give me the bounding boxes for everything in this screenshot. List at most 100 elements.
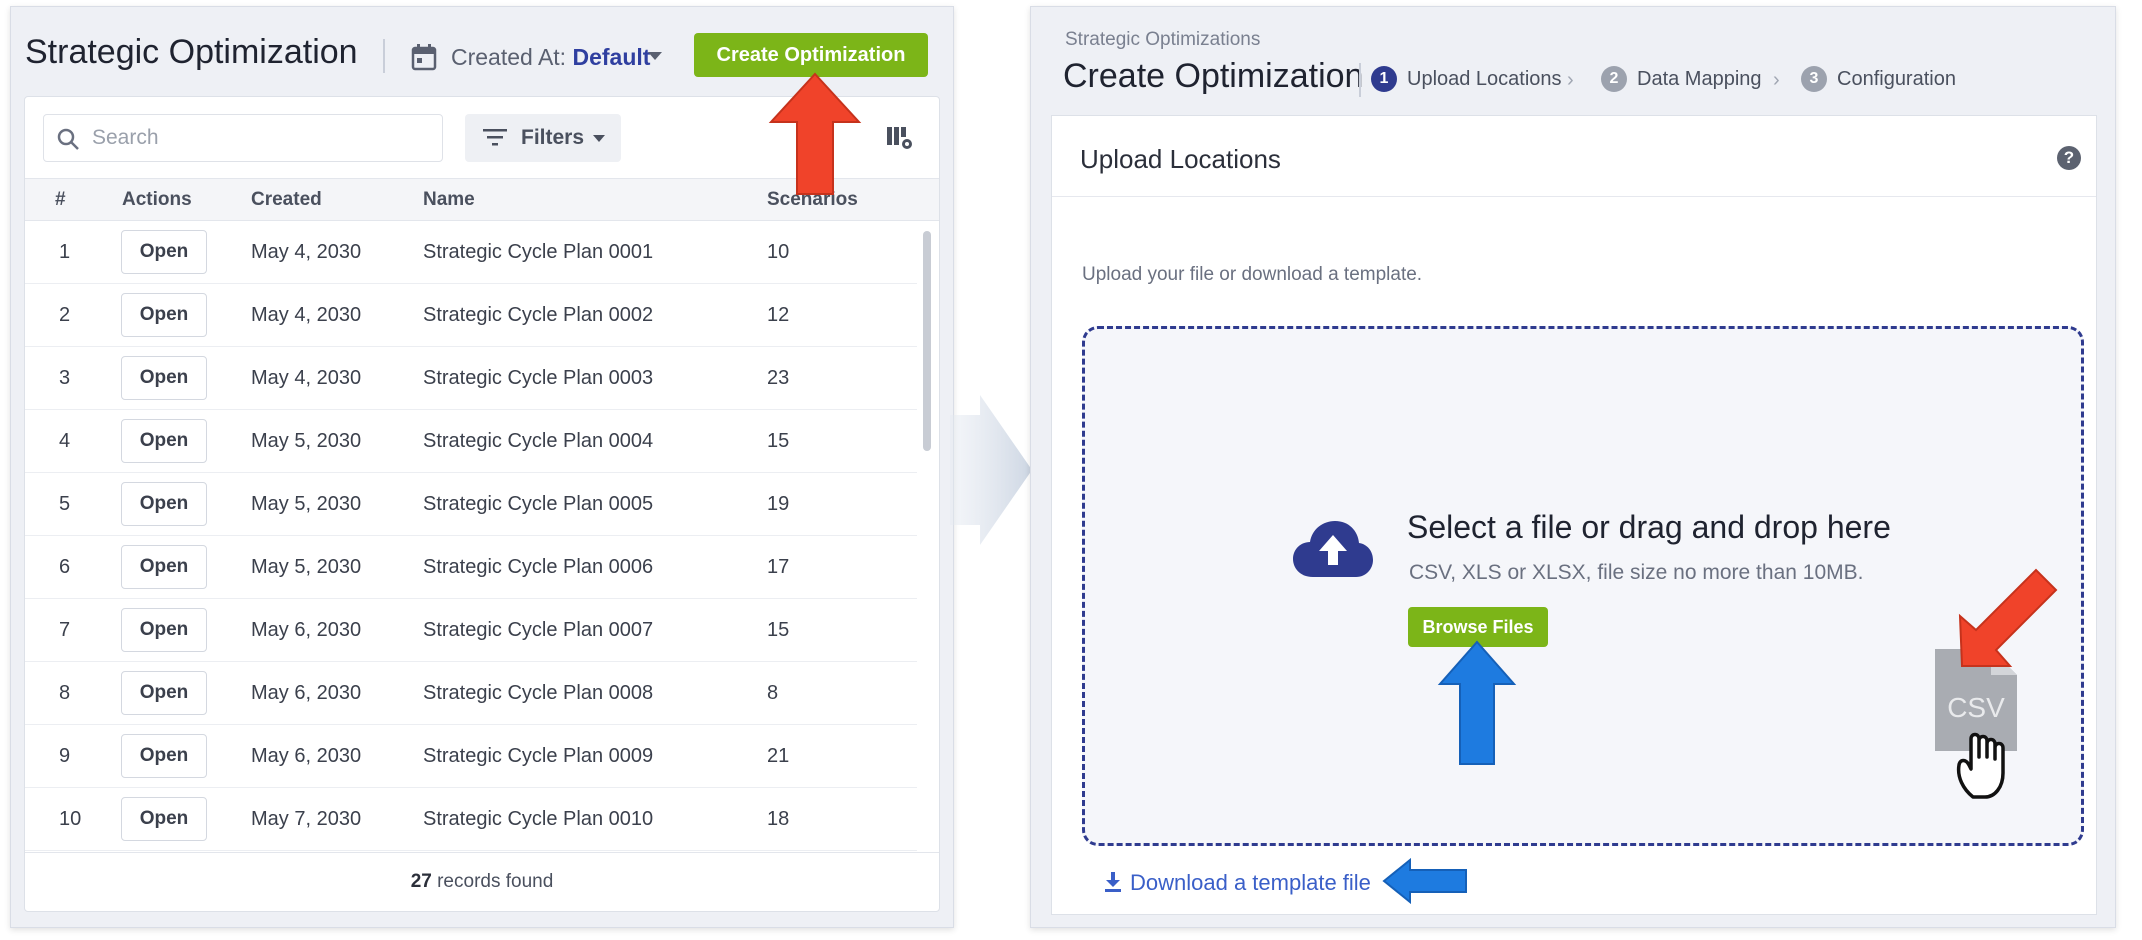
csv-file-label: CSV [1947,692,2005,723]
table-scrollbar[interactable] [923,231,931,451]
row-name: Strategic Cycle Plan 0008 [423,682,654,704]
csv-file-icon[interactable]: CSV [1933,647,2033,807]
created-at-sort[interactable]: Created At: Default [451,44,650,71]
upload-locations-card: Upload Locations ? Upload your file or d… [1051,115,2097,915]
download-icon [1105,872,1121,892]
row-created-date: May 4, 2030 [251,241,362,263]
row-number: 8 [59,682,71,704]
row-created-date: May 5, 2030 [251,556,362,578]
row-number: 2 [59,304,71,326]
row-created-date: May 6, 2030 [251,682,362,704]
row-created-date: May 4, 2030 [251,304,362,326]
row-number: 5 [59,493,71,515]
row-name: Strategic Cycle Plan 0005 [423,493,654,515]
caret-down-icon[interactable] [648,52,662,60]
open-button[interactable]: Open [121,797,207,841]
row-scenarios: 23 [767,367,790,389]
table-row: 8 Open May 6, 2030 Strategic Cycle Plan 000… [25,662,917,725]
row-number: 10 [59,808,82,830]
table-row: 1 Open May 4, 2030 Strategic Cycle Plan 000… [25,221,917,284]
dropzone-title: Select a file or drag and drop here [1407,509,1891,545]
row-name: Strategic Cycle Plan 0002 [423,304,654,326]
row-name: Strategic Cycle Plan 0003 [423,367,654,389]
records-count: 27 records found [25,852,939,912]
row-scenarios: 10 [767,241,790,263]
file-dropzone[interactable]: Select a file or drag and drop here CSV,… [1082,326,2084,846]
download-template-label: Download a template file [1130,870,1371,895]
table-row: 9 Open May 6, 2030 Strategic Cycle Plan 000… [25,725,917,788]
table-row: 5 Open May 5, 2030 Strategic Cycle Plan 000… [25,473,917,536]
columns-settings-icon[interactable] [887,127,913,151]
upload-instructions: Upload your file or download a template. [1082,264,1423,285]
step-label: Data Mapping [1637,68,1762,90]
open-button[interactable]: Open [121,419,207,463]
column-header-created[interactable]: Created [251,189,322,211]
filter-icon [483,129,507,146]
optimizations-table-card: Filters # Actions Created Name Scenarios… [24,96,940,912]
row-name: Strategic Cycle Plan 0006 [423,556,654,578]
row-number: 7 [59,619,71,641]
row-created-date: May 5, 2030 [251,493,362,515]
open-button[interactable]: Open [121,671,207,715]
step-label: Configuration [1837,68,1956,90]
filters-label: Filters [521,126,585,149]
open-button[interactable]: Open [121,230,207,274]
create-optimization-screen: Strategic Optimizations Create Optimizat… [1030,6,2116,928]
search-field[interactable] [43,114,443,162]
cloud-upload-icon [1293,521,1373,577]
row-scenarios: 15 [767,430,790,452]
calendar-icon[interactable] [411,43,437,71]
chevron-right-icon: › [1567,69,1574,91]
page-title: Create Optimization [1063,57,1364,95]
step-number: 1 [1371,66,1397,92]
row-name: Strategic Cycle Plan 0004 [423,430,654,452]
breadcrumb[interactable]: Strategic Optimizations [1065,29,1260,51]
open-button[interactable]: Open [121,293,207,337]
search-input[interactable] [92,123,432,153]
card-title: Upload Locations [1080,144,1281,174]
blue-arrow-left-annotation [1382,858,1467,904]
open-button[interactable]: Open [121,545,207,589]
table-row: 3 Open May 4, 2030 Strategic Cycle Plan 000… [25,347,917,410]
open-button[interactable]: Open [121,482,207,526]
divider [1052,196,2096,197]
row-scenarios: 21 [767,745,790,767]
created-at-label: Created At: [451,44,567,70]
row-scenarios: 12 [767,304,790,326]
row-scenarios: 17 [767,556,790,578]
table-body: 1 Open May 4, 2030 Strategic Cycle Plan 000… [25,221,917,852]
row-scenarios: 15 [767,619,790,641]
row-created-date: May 6, 2030 [251,745,362,767]
column-header-name[interactable]: Name [423,189,475,211]
row-name: Strategic Cycle Plan 0009 [423,745,654,767]
filters-button[interactable]: Filters [465,114,621,162]
transition-arrow-icon [950,395,1032,545]
chevron-right-icon: › [1773,69,1780,91]
row-number: 9 [59,745,71,767]
step-number: 2 [1601,66,1627,92]
open-button[interactable]: Open [121,608,207,652]
row-scenarios: 19 [767,493,790,515]
help-icon[interactable]: ? [2057,146,2081,170]
row-number: 3 [59,367,71,389]
row-created-date: May 4, 2030 [251,367,362,389]
table-row: 7 Open May 6, 2030 Strategic Cycle Plan 000… [25,599,917,662]
open-button[interactable]: Open [121,734,207,778]
row-name: Strategic Cycle Plan 0010 [423,808,654,830]
records-count-number: 27 [410,871,432,892]
step-number: 3 [1801,66,1827,92]
row-number: 1 [59,241,71,263]
create-optimization-button[interactable]: Create Optimization [694,33,928,77]
column-header-number[interactable]: # [55,189,66,211]
step-label: Upload Locations [1407,68,1562,90]
table-row: 2 Open May 4, 2030 Strategic Cycle Plan 000… [25,284,917,347]
divider [383,39,385,73]
download-template-link[interactable]: Download a template file [1104,870,1371,896]
row-created-date: May 7, 2030 [251,808,362,830]
row-created-date: May 5, 2030 [251,430,362,452]
open-button[interactable]: Open [121,356,207,400]
row-number: 6 [59,556,71,578]
row-scenarios: 8 [767,682,779,704]
row-name: Strategic Cycle Plan 0007 [423,619,654,641]
row-scenarios: 18 [767,808,790,830]
